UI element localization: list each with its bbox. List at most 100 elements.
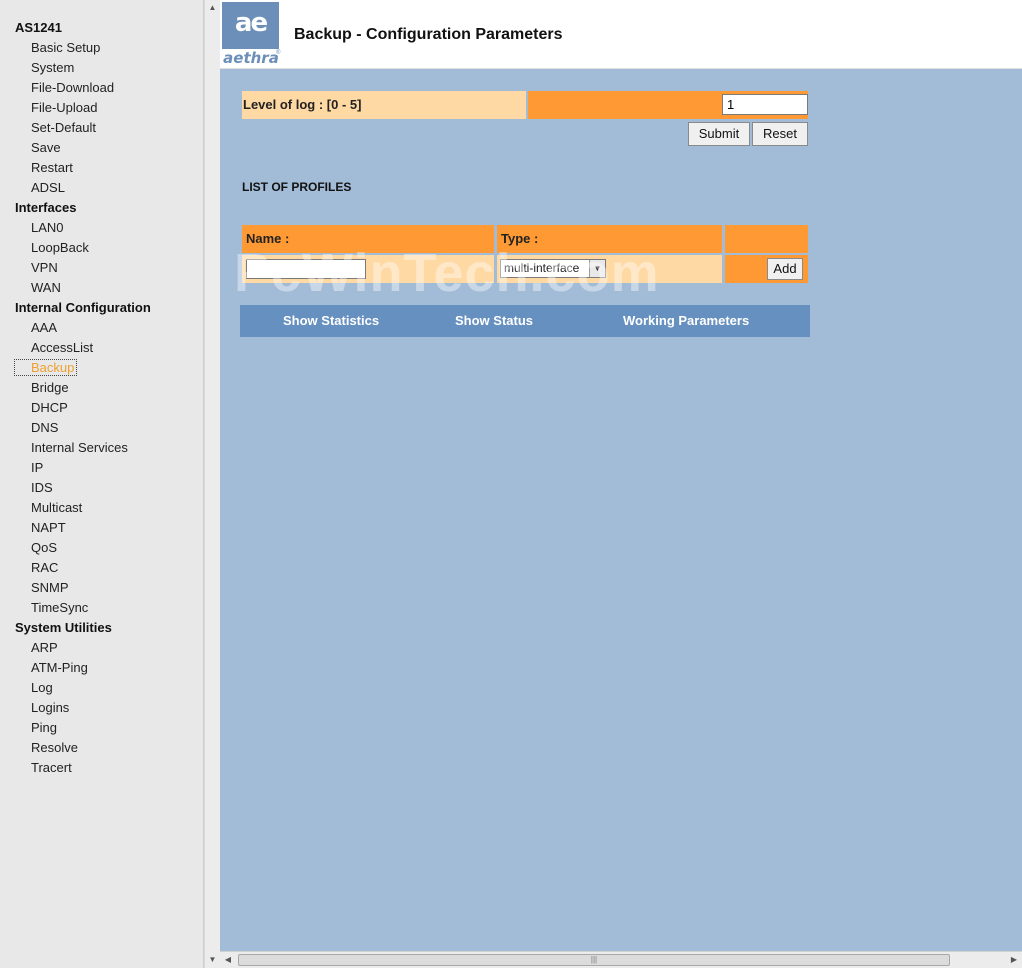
sidebar-item-label: ATM-Ping — [31, 660, 88, 675]
profiles-title: LIST OF PROFILES — [242, 180, 352, 194]
sidebar-item-adsl[interactable]: ADSL — [0, 178, 204, 198]
log-level-input[interactable] — [722, 94, 808, 115]
scroll-up-icon[interactable]: ▲ — [205, 0, 220, 16]
sidebar-scrollbar[interactable]: ▲ ▼ — [204, 0, 220, 968]
sidebar-item-label: Save — [31, 140, 61, 155]
sidebar-item-vpn[interactable]: VPN — [0, 258, 204, 278]
sidebar-item-label: Ping — [31, 720, 58, 735]
sidebar-item-snmp[interactable]: SNMP — [0, 578, 204, 598]
sidebar-section-title: AS1241 — [15, 20, 62, 35]
sidebar-item-label: Basic Setup — [31, 40, 101, 55]
sidebar-item-bridge[interactable]: Bridge — [0, 378, 204, 398]
sidebar-item-label: System — [31, 60, 75, 75]
sidebar-item-atm-ping[interactable]: ATM-Ping — [0, 658, 204, 678]
type-select-value: multi-interface — [504, 261, 580, 275]
sidebar-item-internal-services[interactable]: Internal Services — [0, 438, 204, 458]
sidebar-item-label: IDS — [31, 480, 53, 495]
sidebar-item-label: Restart — [31, 160, 73, 175]
sidebar-item-napt[interactable]: NAPT — [0, 518, 204, 538]
sidebar-item-resolve[interactable]: Resolve — [0, 738, 204, 758]
registered-mark-icon: ® — [276, 50, 281, 56]
sidebar-item-ping[interactable]: Ping — [0, 718, 204, 738]
horizontal-scrollbar[interactable]: ◀ ||| ▶ — [220, 951, 1022, 968]
sidebar-item-multicast[interactable]: Multicast — [0, 498, 204, 518]
sidebar-item-set-default[interactable]: Set-Default — [0, 118, 204, 138]
sidebar-item-label: Tracert — [31, 760, 72, 775]
working-parameters-link[interactable]: Working Parameters — [623, 305, 749, 337]
profiles-table: Name : Type : multi-interface ▼ Add — [242, 225, 808, 283]
sidebar-item-backup[interactable]: Backup — [0, 358, 204, 378]
sidebar-item-timesync[interactable]: TimeSync — [0, 598, 204, 618]
sidebar-item-basic-setup[interactable]: Basic Setup — [0, 38, 204, 58]
sidebar-item-log[interactable]: Log — [0, 678, 204, 698]
sidebar-item-label: NAPT — [31, 520, 66, 535]
sidebar-item-label: Set-Default — [31, 120, 97, 135]
profile-name-input[interactable] — [246, 259, 366, 279]
add-profile-button[interactable]: Add — [767, 258, 803, 280]
bottom-nav-bar: Show Statistics Show Status Working Para… — [240, 305, 810, 337]
sidebar-section-title: Interfaces — [15, 200, 77, 215]
sidebar-item-ip[interactable]: IP — [0, 458, 204, 478]
sidebar-item-wan[interactable]: WAN — [0, 278, 204, 298]
sidebar-item-label: Resolve — [31, 740, 78, 755]
main-content: ae aethra ® Backup - Configuration Param… — [220, 0, 1022, 951]
type-cell: multi-interface ▼ — [497, 255, 722, 283]
page-header: ae aethra ® Backup - Configuration Param… — [220, 0, 1022, 69]
action-column-header — [725, 225, 808, 253]
sidebar-item-lan0[interactable]: LAN0 — [0, 218, 204, 238]
sidebar-item-accesslist[interactable]: AccessList — [0, 338, 204, 358]
sidebar-item-label: Log — [31, 680, 53, 695]
sidebar-item-label: IP — [31, 460, 44, 475]
sidebar-item-ids[interactable]: IDS — [0, 478, 204, 498]
show-statistics-link[interactable]: Show Statistics — [283, 305, 379, 337]
sidebar-item-label: RAC — [31, 560, 59, 575]
sidebar-item-label: TimeSync — [31, 600, 89, 615]
name-column-header: Name : — [242, 225, 494, 253]
scroll-right-icon[interactable]: ▶ — [1006, 952, 1022, 968]
sidebar-item-system[interactable]: System — [0, 58, 204, 78]
sidebar-item-label: LAN0 — [31, 220, 64, 235]
sidebar-item-label: Multicast — [31, 500, 83, 515]
sidebar-item-label: Internal Services — [31, 440, 128, 455]
sidebar-item-label: Logins — [31, 700, 70, 715]
sidebar-item-label: WAN — [31, 280, 61, 295]
sidebar-item-arp[interactable]: ARP — [0, 638, 204, 658]
sidebar-item-label: File-Download — [31, 80, 115, 95]
sidebar-item-dns[interactable]: DNS — [0, 418, 204, 438]
sidebar-item-label: AAA — [31, 320, 58, 335]
sidebar-item-label: SNMP — [31, 580, 69, 595]
sidebar-item-dhcp[interactable]: DHCP — [0, 398, 204, 418]
log-level-row: Level of log : [0 - 5] — [242, 91, 808, 119]
show-status-link[interactable]: Show Status — [455, 305, 533, 337]
sidebar-item-rac[interactable]: RAC — [0, 558, 204, 578]
sidebar-item-label: LoopBack — [31, 240, 89, 255]
sidebar-item-logins[interactable]: Logins — [0, 698, 204, 718]
sidebar-item-qos[interactable]: QoS — [0, 538, 204, 558]
sidebar-section-title: System Utilities — [15, 620, 112, 635]
chevron-down-icon[interactable]: ▼ — [589, 260, 605, 277]
sidebar-item-file-upload[interactable]: File-Upload — [0, 98, 204, 118]
logo-wordmark: aethra — [223, 49, 279, 67]
log-level-label: Level of log : [0 - 5] — [242, 91, 526, 119]
profile-type-select[interactable]: multi-interface ▼ — [500, 259, 606, 278]
sidebar-item-label: ADSL — [31, 180, 65, 195]
log-level-value-cell — [528, 91, 808, 119]
sidebar-item-loopback[interactable]: LoopBack — [0, 238, 204, 258]
sidebar-item-label: AccessList — [31, 340, 94, 355]
sidebar-item-save[interactable]: Save — [0, 138, 204, 158]
add-cell: Add — [725, 255, 808, 283]
type-column-header: Type : — [497, 225, 722, 253]
scroll-left-icon[interactable]: ◀ — [220, 952, 236, 968]
sidebar-item-label: ARP — [31, 640, 58, 655]
reset-button[interactable]: Reset — [752, 122, 808, 146]
submit-button[interactable]: Submit — [688, 122, 750, 146]
sidebar-item-label: VPN — [31, 260, 58, 275]
sidebar-item-file-download[interactable]: File-Download — [0, 78, 204, 98]
sidebar-item-aaa[interactable]: AAA — [0, 318, 204, 338]
sidebar-item-restart[interactable]: Restart — [0, 158, 204, 178]
scrollbar-thumb[interactable]: ||| — [238, 954, 950, 966]
sidebar-item-tracert[interactable]: Tracert — [0, 758, 204, 778]
sidebar-nav: AS1241 Basic Setup System File-Download File… — [0, 0, 204, 968]
sidebar-item-label: Bridge — [31, 380, 69, 395]
scroll-down-icon[interactable]: ▼ — [205, 952, 220, 968]
